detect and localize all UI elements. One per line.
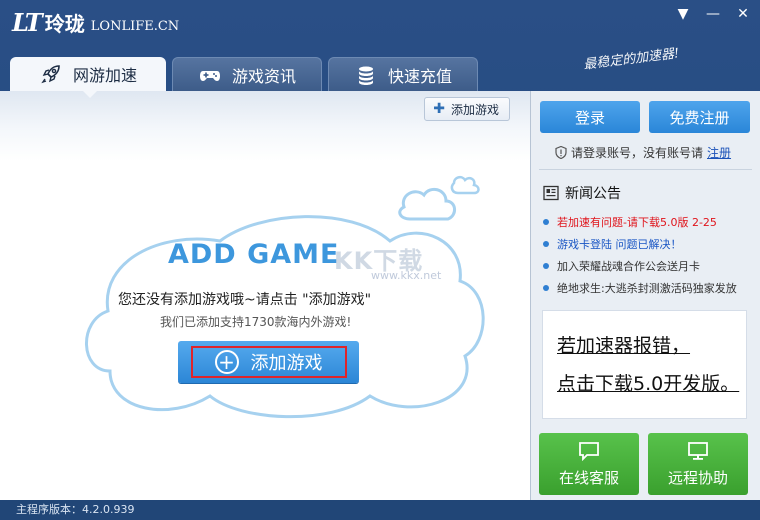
divider (539, 169, 752, 170)
news-item-text: 加入荣耀战魂合作公会送月卡 (557, 260, 700, 273)
news-item[interactable]: 若加速有问题-请下载5.0版 2-25 (543, 211, 758, 233)
news-item-text: 绝地求生:大逃杀封测激活码独家发放 (557, 282, 737, 295)
plus-icon: ✚ (433, 101, 445, 117)
online-service-label: 在线客服 (558, 468, 619, 487)
tab-game-boost[interactable]: 网游加速 (10, 57, 166, 91)
news-title: 新闻公告 (565, 186, 621, 202)
app-logo: LT 玲珑 LONLIFE.CN (12, 8, 179, 37)
add-game-button[interactable]: + 添加游戏 (178, 341, 359, 383)
add-game-toolbar-label: 添加游戏 (450, 102, 499, 117)
shield-icon (555, 146, 567, 159)
add-circle-icon: + (214, 350, 239, 374)
online-service-button[interactable]: 在线客服 (539, 433, 639, 495)
login-hint: 请登录账号，没有账号请 注册 (555, 144, 731, 161)
tab-game-news[interactable]: 游戏资讯 (172, 57, 322, 91)
bullet-icon (543, 285, 549, 291)
newspaper-icon (543, 185, 559, 201)
gamepad-icon (199, 70, 220, 81)
news-item-text: 若加速有问题-请下载5.0版 2-25 (557, 216, 717, 229)
news-item-text: 游戏卡登陆 问题已解决！ (557, 238, 682, 251)
register-button[interactable]: 免费注册 (649, 101, 750, 133)
window-controls: ▼ — ✕ (672, 4, 754, 24)
add-game-title: ADD GAME (168, 239, 340, 270)
app-window: LT 玲珑 LONLIFE.CN ▼ — ✕ 最稳定的加速器! 网游加速 游戏资… (0, 0, 760, 520)
logo-site: LONLIFE.CN (90, 19, 180, 34)
game-list-panel: ✚ 添加游戏 ADD GAME KK下载 www.kkx.net 您还没有添加游… (0, 91, 530, 500)
bullet-icon (543, 241, 549, 247)
version-number: 4.2.0.939 (82, 503, 135, 516)
news-header: 新闻公告 (543, 183, 621, 203)
remote-assist-label: 远程协助 (667, 468, 728, 487)
empty-state-message: 您还没有添加游戏哦~请点击 "添加游戏" (118, 292, 372, 308)
watermark-url: www.kkx.net (371, 269, 442, 282)
login-button[interactable]: 登录 (540, 101, 640, 133)
news-item[interactable]: 加入荣耀战魂合作公会送月卡 (543, 255, 758, 277)
slogan: 最稳定的加速器! (582, 46, 681, 73)
chat-bubble-icon (579, 441, 599, 461)
bullet-icon (543, 219, 549, 225)
main-tabs: 网游加速 游戏资讯 快速充值 (10, 57, 478, 91)
register-link[interactable]: 注册 (707, 144, 731, 161)
login-hint-text: 请登录账号，没有账号请 (571, 146, 704, 160)
minimize-icon[interactable]: — (702, 4, 724, 24)
tab-label: 游戏资讯 (231, 66, 296, 86)
close-icon[interactable]: ✕ (732, 4, 754, 24)
news-item[interactable]: 绝地求生:大逃杀封测激活码独家发放 (543, 277, 758, 299)
rocket-icon (41, 65, 60, 84)
banner-line-1: 若加速器报错， (557, 335, 691, 357)
news-list: 若加速有问题-请下载5.0版 2-25 游戏卡登陆 问题已解决！ 加入荣耀战魂合… (543, 211, 758, 299)
add-game-toolbar-button[interactable]: ✚ 添加游戏 (424, 97, 510, 121)
version-label: 主程序版本： (16, 503, 82, 516)
menu-dropdown-icon[interactable]: ▼ (672, 4, 694, 24)
add-game-button-label: 添加游戏 (250, 353, 323, 374)
active-tab-pointer (83, 91, 97, 98)
tab-quick-recharge[interactable]: 快速充值 (328, 57, 478, 91)
logo-mark: LT (12, 8, 43, 37)
banner-line-2: 点击下载5.0开发版。 (557, 373, 740, 395)
download-banner[interactable]: 若加速器报错， 点击下载5.0开发版。 (542, 310, 747, 419)
monitor-icon (688, 441, 708, 460)
tab-label: 快速充值 (387, 66, 452, 86)
coins-icon (358, 66, 373, 85)
bullet-icon (543, 263, 549, 269)
logo-name: 玲珑 (44, 12, 85, 36)
status-bar: 主程序版本：4.2.0.939 (0, 500, 760, 520)
support-count-message: 我们已添加支持1730款海内外游戏! (160, 315, 352, 329)
news-item[interactable]: 游戏卡登陆 问题已解决！ (543, 233, 758, 255)
add-game-button-highlight: + 添加游戏 (190, 346, 347, 378)
side-panel: 登录 免费注册 请登录账号，没有账号请 注册 新闻公告 若加速有问题-请下载5.… (530, 91, 760, 500)
tab-label: 网游加速 (72, 66, 137, 85)
remote-assist-button[interactable]: 远程协助 (648, 433, 748, 495)
